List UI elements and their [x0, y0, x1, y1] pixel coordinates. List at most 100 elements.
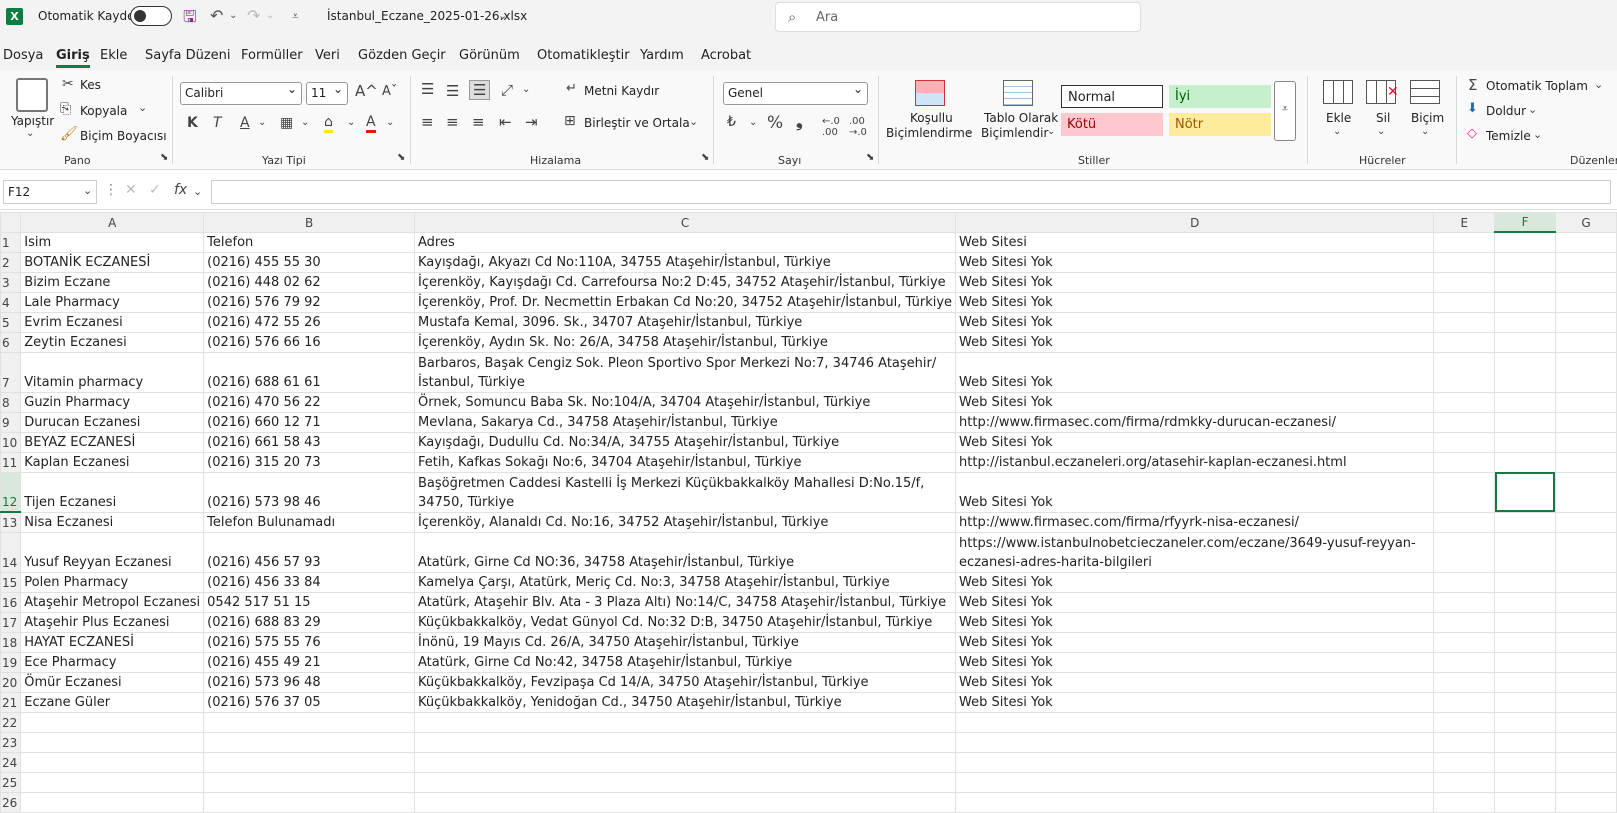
cell-f[interactable]: [1494, 431, 1556, 453]
cut-icon[interactable]: ✂: [62, 76, 74, 92]
cell-c[interactable]: [413, 791, 957, 813]
cell-c[interactable]: [413, 731, 957, 753]
insert-dropdown-icon[interactable]: ⌄: [1333, 126, 1341, 137]
cell-c[interactable]: [413, 771, 957, 793]
cell-e[interactable]: [1433, 511, 1496, 533]
cell-c[interactable]: [413, 711, 957, 733]
filename-dropdown-icon[interactable]: ⌄: [498, 9, 507, 22]
cell-c[interactable]: İçerenköy, Alanaldı Cd. No:16, 34752 Ata…: [413, 511, 957, 533]
cell-c[interactable]: İnönü, 19 Mayıs Cd. 26/A, 34750 Ataşehir…: [413, 631, 957, 653]
conditional-formatting-icon[interactable]: [915, 80, 945, 106]
formula-input[interactable]: [211, 180, 1611, 204]
cell-d[interactable]: Web Sitesi Yok: [955, 651, 1435, 673]
cell-f[interactable]: [1494, 351, 1556, 393]
cell-e[interactable]: [1433, 311, 1496, 333]
cell-f[interactable]: [1494, 451, 1556, 473]
autosave-toggle[interactable]: [130, 6, 172, 26]
format-as-table-label-1[interactable]: Tablo Olarak: [984, 111, 1058, 125]
cell-g[interactable]: [1554, 671, 1617, 693]
align-left-icon[interactable]: ≡: [421, 113, 434, 131]
cell-g[interactable]: [1554, 651, 1617, 673]
wrap-text-icon[interactable]: ↵: [566, 81, 577, 96]
clipboard-launcher-icon[interactable]: ⬊: [160, 152, 168, 163]
row-header[interactable]: 16: [0, 591, 22, 613]
row-header[interactable]: 24: [0, 751, 22, 773]
cell-a[interactable]: Polen Pharmacy: [20, 571, 205, 593]
autosum-dropdown-icon[interactable]: ⌄: [1594, 78, 1603, 91]
style-normal[interactable]: Normal: [1061, 85, 1163, 108]
cell-b[interactable]: (0216) 661 58 43: [203, 431, 415, 453]
column-header-e[interactable]: E: [1433, 212, 1496, 233]
comma-style-icon[interactable]: ❟: [796, 112, 803, 132]
align-top-icon[interactable]: ☰: [421, 80, 434, 98]
cell-f[interactable]: [1494, 571, 1556, 593]
tab-formuller[interactable]: Formüller: [241, 48, 303, 63]
cell-c[interactable]: Kamelya Çarşı, Atatürk, Meriç Cd. No:3, …: [413, 571, 957, 593]
tab-giris[interactable]: Giriş: [56, 48, 90, 68]
cell-g[interactable]: [1554, 631, 1617, 653]
cell-a[interactable]: [20, 791, 205, 813]
cell-a[interactable]: Nisa Eczanesi: [20, 511, 205, 533]
cell-g[interactable]: [1554, 691, 1617, 713]
cell-d[interactable]: https://www.istanbulnobetcieczaneler.com…: [955, 531, 1435, 573]
cell-c[interactable]: Mustafa Kemal, 3096. Sk., 34707 Ataşehir…: [413, 311, 957, 333]
cell-d[interactable]: Web Sitesi Yok: [955, 251, 1435, 273]
cell-a[interactable]: Eczane Güler: [20, 691, 205, 713]
row-header[interactable]: 4: [0, 291, 22, 313]
cell-d[interactable]: [955, 771, 1435, 793]
accounting-dropdown-icon[interactable]: ⌄: [749, 117, 757, 128]
style-bad[interactable]: Kötü: [1061, 113, 1163, 136]
cell-e[interactable]: [1433, 771, 1496, 793]
cell-b[interactable]: (0216) 456 57 93: [203, 531, 415, 573]
cell-e[interactable]: [1433, 271, 1496, 293]
cell-d[interactable]: Web Sitesi Yok: [955, 391, 1435, 413]
tab-yardim[interactable]: Yardım: [640, 48, 684, 63]
cell-a[interactable]: BEYAZ ECZANESİ: [20, 431, 205, 453]
tab-gorunum[interactable]: Görünüm: [459, 48, 520, 63]
paste-icon[interactable]: [16, 78, 48, 112]
cell-a[interactable]: Bizim Eczane: [20, 271, 205, 293]
cell-b[interactable]: (0216) 660 12 71: [203, 411, 415, 433]
cell-c[interactable]: [413, 751, 957, 773]
format-as-table-icon[interactable]: [1003, 80, 1033, 106]
cell-f[interactable]: [1494, 771, 1556, 793]
cell-a[interactable]: Ömür Eczanesi: [20, 671, 205, 693]
cell-a[interactable]: [20, 731, 205, 753]
cell-c[interactable]: İçerenköy, Aydın Sk. No: 26/A, 34758 Ata…: [413, 331, 957, 353]
tab-otomatiklestir[interactable]: Otomatikleştir: [537, 48, 630, 63]
fill-color-icon[interactable]: ⌂: [324, 114, 333, 133]
row-header[interactable]: 2: [0, 251, 22, 273]
cell-e[interactable]: [1433, 531, 1496, 573]
search-box[interactable]: ⌕ Ara: [775, 2, 1141, 32]
cell-e[interactable]: [1433, 651, 1496, 673]
cell-b[interactable]: (0216) 315 20 73: [203, 451, 415, 473]
cell-b[interactable]: Telefon Bulunamadı: [203, 511, 415, 533]
cell-d[interactable]: http://www.firmasec.com/firma/rfyyrk-nis…: [955, 511, 1435, 533]
cell-f[interactable]: [1494, 411, 1556, 433]
align-center-icon[interactable]: ≡: [446, 113, 459, 131]
cell-d[interactable]: Web Sitesi Yok: [955, 611, 1435, 633]
paste-dropdown-icon[interactable]: ⌄: [26, 128, 34, 139]
cell-e[interactable]: [1433, 671, 1496, 693]
fill-icon[interactable]: ⬇: [1467, 101, 1478, 116]
cell-d[interactable]: Web Sitesi Yok: [955, 471, 1435, 513]
cell-a[interactable]: Isim: [20, 231, 205, 253]
align-middle-icon[interactable]: ☰: [446, 82, 459, 100]
cell-e[interactable]: [1433, 351, 1496, 393]
font-name-select[interactable]: Calibri: [180, 82, 302, 105]
cell-f[interactable]: [1494, 751, 1556, 773]
redo-icon[interactable]: ↷: [247, 6, 260, 25]
cell-e[interactable]: [1433, 611, 1496, 633]
cell-f[interactable]: [1494, 671, 1556, 693]
decrease-font-icon[interactable]: Aˇ: [382, 84, 397, 99]
row-header[interactable]: 5: [0, 311, 22, 333]
alignment-launcher-icon[interactable]: ⬊: [701, 152, 709, 163]
cell-d[interactable]: http://istanbul.eczaneleri.org/atasehir-…: [955, 451, 1435, 473]
row-header[interactable]: 25: [0, 771, 22, 793]
cell-g[interactable]: [1554, 391, 1617, 413]
cell-a[interactable]: Durucan Eczanesi: [20, 411, 205, 433]
cell-d[interactable]: Web Sitesi Yok: [955, 311, 1435, 333]
redo-dropdown-icon[interactable]: ⌄: [266, 10, 274, 21]
column-header-b[interactable]: B: [203, 212, 415, 233]
row-header[interactable]: 12: [0, 471, 22, 513]
